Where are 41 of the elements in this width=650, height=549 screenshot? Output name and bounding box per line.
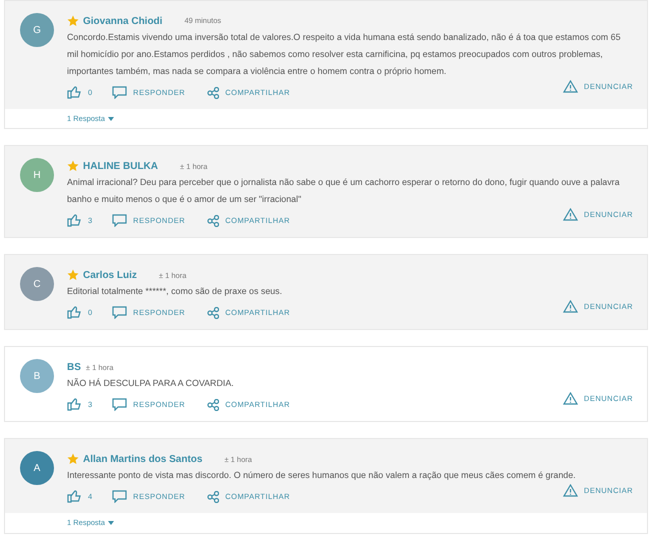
thumbs-up-icon	[67, 490, 82, 504]
caret-down-icon	[108, 520, 114, 525]
caret-down-icon	[108, 116, 114, 121]
share-icon	[207, 398, 220, 411]
comment-text: Concordo.Estamis vivendo uma inversão total de valores.O respeito a vida humana está sendo banalizado, não é á toa que estamos com 65 mil homicídio por ano.Estamos perdidos , não sabemos como resolver esta carnificina, pq estamos preocupados com outros problemas, importantes também, mas nada se compara a violência entre o homem contra o próprio homem.	[67, 31, 622, 78]
speech-bubble-icon	[112, 214, 128, 228]
thumbs-up-icon	[67, 86, 82, 99]
author-name[interactable]: Carlos Luiz	[83, 268, 137, 283]
thumbs-up-icon	[67, 306, 82, 320]
comment-text: NÃO HÁ DESCULPA PARA A COVARDIA.	[67, 377, 235, 390]
speech-bubble-icon	[112, 398, 128, 412]
star-icon	[67, 269, 79, 282]
share-icon	[207, 306, 220, 319]
avatar: G	[20, 13, 54, 47]
thumbs-up-icon	[67, 214, 82, 228]
share-icon	[207, 86, 220, 98]
speech-bubble-icon	[112, 490, 128, 504]
star-icon	[67, 15, 79, 27]
warning-icon	[562, 300, 578, 314]
avatar: A	[20, 451, 54, 486]
author-name[interactable]: Giovanna Chiodi	[83, 14, 162, 28]
warning-icon	[562, 392, 578, 406]
share-icon	[207, 214, 220, 227]
avatar: H	[20, 158, 54, 192]
speech-bubble-icon	[112, 86, 128, 99]
comment-text: Editorial totalmente ******, como são de praxe os seus.	[67, 285, 284, 298]
author-name[interactable]: HALINE BULKA	[83, 158, 158, 174]
thumbs-up-icon	[67, 398, 82, 412]
author-name[interactable]: Allan Martins dos Santos	[83, 452, 202, 467]
star-icon	[67, 160, 79, 172]
avatar: B	[20, 359, 54, 394]
warning-icon	[562, 80, 578, 93]
speech-bubble-icon	[112, 306, 128, 320]
comment-text: Interessante ponto de vista mas discordo. O número de seres humanos que não valem a ração que meus cães comem é grande.	[67, 469, 577, 482]
comment-text: Animal irracional? Deu para perceber que o jornalista não sabe o que é um cachorro esperar o retorno do dono, fugir quando ouve a palavra banho e muito menos o que é o amor de um ser "irracional"	[67, 176, 621, 206]
star-icon	[67, 453, 79, 466]
warning-icon	[562, 484, 578, 498]
avatar: C	[20, 267, 54, 302]
warning-icon	[562, 208, 578, 222]
share-icon	[207, 490, 220, 503]
author-name[interactable]: BS	[67, 360, 81, 375]
